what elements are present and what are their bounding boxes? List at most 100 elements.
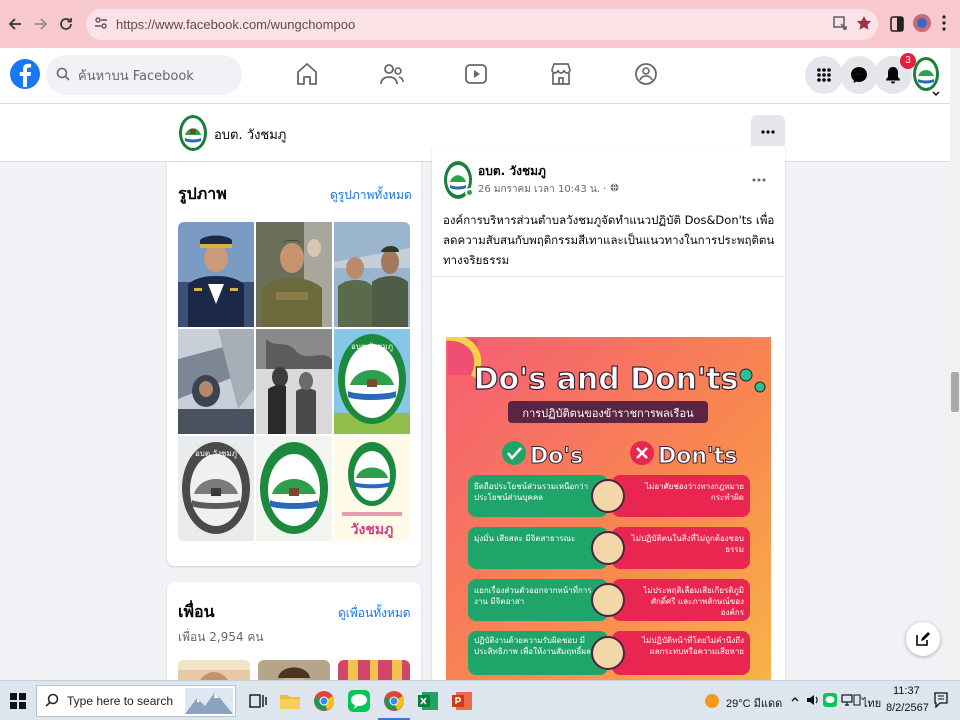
photo-tile[interactable] bbox=[256, 329, 332, 434]
back-icon[interactable] bbox=[2, 11, 28, 37]
profile-avatar-icon[interactable] bbox=[913, 14, 931, 35]
poster-row: มุ่งมั่น เสียสละ มีจิตสาธารณะ ไม่ปฏิบัติ… bbox=[468, 527, 750, 569]
clock-date[interactable]: 8/2/2567 bbox=[886, 702, 929, 714]
photo-grid: อบต.วังชมภู อบต.วังชมภู วังชมภู bbox=[178, 222, 410, 541]
browser-toolbar: https://www.facebook.com/wungchompoo bbox=[0, 0, 960, 48]
photo-tile[interactable] bbox=[178, 222, 254, 327]
chrome-icon[interactable] bbox=[312, 689, 336, 713]
line-tray-icon[interactable] bbox=[823, 693, 837, 710]
home-icon[interactable] bbox=[296, 62, 322, 88]
taskbar-search-placeholder: Type here to search bbox=[67, 694, 174, 708]
photo-tile[interactable] bbox=[256, 222, 332, 327]
photos-card: รูปภาพ ดูรูปภาพทั้งหมด อบต.วังชมภู อบต.ว… bbox=[167, 162, 421, 566]
compose-icon bbox=[916, 632, 930, 646]
excel-icon[interactable] bbox=[416, 689, 440, 713]
file-explorer-icon[interactable] bbox=[278, 689, 302, 713]
menu-grid-button[interactable] bbox=[805, 56, 843, 94]
search-icon bbox=[45, 693, 59, 710]
weather-text[interactable]: 29°C มีแดด bbox=[726, 694, 782, 712]
photo-tile[interactable]: อบต.วังชมภู bbox=[178, 436, 254, 541]
address-bar[interactable]: https://www.facebook.com/wungchompoo bbox=[86, 9, 878, 40]
messenger-button[interactable] bbox=[840, 56, 878, 94]
messenger-icon bbox=[851, 67, 867, 83]
photos-title: รูปภาพ bbox=[178, 184, 227, 203]
page-avatar[interactable] bbox=[178, 114, 208, 152]
clock-time[interactable]: 11:37 bbox=[893, 685, 920, 697]
poster-dont-text: ไม่ปฏิบัติตนในสิ่งที่ไม่ถูกต้องชอบธรรม bbox=[631, 534, 744, 554]
input-indicator-icon[interactable] bbox=[853, 693, 861, 710]
page-more-button[interactable] bbox=[751, 115, 785, 150]
photo-tile[interactable] bbox=[334, 222, 410, 327]
side-panel-icon[interactable] bbox=[890, 16, 904, 35]
post-divider bbox=[432, 276, 785, 277]
photo-tile[interactable] bbox=[178, 329, 254, 434]
ellipsis-icon bbox=[752, 178, 766, 182]
tray-overflow-icon[interactable] bbox=[790, 693, 800, 710]
poster-row: ปฏิบัติงานด้วยความรับผิดชอบ มีประสิทธิภา… bbox=[468, 631, 750, 675]
friends-card: เพื่อน ดูเพื่อนทั้งหมด เพื่อน 2,954 คน bbox=[167, 582, 421, 692]
page-name[interactable]: อบต. วังชมภู bbox=[214, 124, 286, 145]
ellipsis-icon bbox=[761, 130, 775, 134]
poster-donts-label: Don'ts bbox=[658, 444, 737, 469]
post-body-text: องค์การบริหารส่วนตำบลวังชมภูจัดทำแนวปฏิบ… bbox=[443, 213, 775, 267]
photo-tile[interactable]: อบต.วังชมภู bbox=[334, 329, 410, 434]
video-icon[interactable] bbox=[465, 62, 491, 88]
post-options-button[interactable] bbox=[752, 170, 766, 186]
taskbar-search-input[interactable]: Type here to search bbox=[36, 685, 236, 717]
photo-tile[interactable]: วังชมภู bbox=[334, 436, 410, 541]
post-card: อบต. วังชมภู 26 มกราคม เวลา 10:43 น. · อ… bbox=[432, 146, 785, 686]
weather-sun-icon[interactable] bbox=[704, 693, 720, 712]
forward-icon[interactable] bbox=[28, 11, 54, 37]
facebook-logo-icon[interactable] bbox=[10, 54, 40, 94]
poster-dos-label: Do's bbox=[530, 444, 583, 469]
account-chevron-icon[interactable] bbox=[932, 86, 940, 100]
bookmark-star-icon[interactable] bbox=[856, 15, 872, 34]
windows-taskbar: Type here to search 29°C มีแดด ไทย 11:37… bbox=[0, 680, 960, 720]
task-view-icon[interactable] bbox=[246, 689, 270, 713]
windows-start-icon[interactable] bbox=[10, 693, 26, 712]
search-placeholder: ค้นหาบน Facebook bbox=[78, 68, 194, 84]
facebook-header: ค้นหาบน Facebook 3 bbox=[0, 48, 950, 104]
search-icon bbox=[56, 67, 70, 84]
line-app-icon[interactable] bbox=[347, 689, 371, 713]
grid-icon bbox=[817, 68, 831, 82]
friends-count: เพื่อน 2,954 คน bbox=[178, 630, 264, 644]
new-message-button[interactable] bbox=[906, 622, 940, 656]
facebook-search-input[interactable]: ค้นหาบน Facebook bbox=[46, 55, 242, 95]
volume-icon[interactable] bbox=[806, 693, 820, 710]
scrollbar-thumb[interactable] bbox=[951, 372, 959, 412]
post-meta-text: 26 มกราคม เวลา 10:43 น. · bbox=[478, 184, 607, 195]
post-image[interactable]: Do's and Don'ts การปฏิบัติตนของข้าราชการ… bbox=[446, 337, 771, 686]
network-icon[interactable] bbox=[840, 693, 854, 710]
notifications-button[interactable]: 3 bbox=[874, 53, 916, 94]
poster-subtitle: การปฏิบัติตนของข้าราชการพลเรือน bbox=[522, 407, 694, 420]
see-all-friends-link[interactable]: ดูเพื่อนทั้งหมด bbox=[338, 604, 411, 623]
post-author-name[interactable]: อบต. วังชมภู bbox=[478, 162, 546, 181]
poster-do-text: มุ่งมั่น เสียสละ มีจิตสาธารณะ bbox=[474, 534, 576, 543]
poster-do-text: ยึดถือประโยชน์ส่วนรวมเหนือกว่าประโยชน์ส่… bbox=[474, 482, 589, 502]
chrome-icon-active[interactable] bbox=[382, 689, 406, 713]
poster-title: Do's and Don'ts bbox=[474, 362, 739, 397]
browser-menu-icon[interactable] bbox=[942, 14, 946, 35]
poster-dont-text: ไม่ประพฤติเลื่อมเสียเกียรติภูมิศักดิ์ศรี… bbox=[643, 586, 744, 617]
language-indicator[interactable]: ไทย bbox=[862, 694, 881, 712]
address-url[interactable]: https://www.facebook.com/wungchompoo bbox=[116, 17, 355, 32]
post-timestamp[interactable]: 26 มกราคม เวลา 10:43 น. · bbox=[478, 182, 619, 197]
marketplace-icon[interactable] bbox=[550, 62, 576, 88]
install-app-icon[interactable] bbox=[832, 15, 848, 34]
poster-do-text: แยกเรื่องส่วนตัวออกจากหน้าที่การงาน มีจิ… bbox=[474, 586, 592, 606]
friends-icon[interactable] bbox=[380, 62, 406, 88]
action-center-icon[interactable] bbox=[934, 692, 948, 711]
groups-icon[interactable] bbox=[634, 62, 660, 88]
site-info-icon[interactable] bbox=[94, 16, 108, 33]
reload-icon[interactable] bbox=[53, 11, 79, 37]
photo-tile[interactable] bbox=[256, 436, 332, 541]
online-status-dot bbox=[465, 188, 474, 197]
poster-do-text: ปฏิบัติงานด้วยความรับผิดชอบ มีประสิทธิภา… bbox=[474, 636, 591, 656]
photo-tile-caption: วังชมภู bbox=[351, 522, 394, 538]
mountains-widget-icon bbox=[185, 688, 233, 717]
powerpoint-icon[interactable] bbox=[450, 689, 474, 713]
poster-dont-text: ไม่ปฏิบัติหน้าที่โดยไม่คำนึงถึงผลกระทบหร… bbox=[642, 636, 744, 656]
page-scrollbar[interactable] bbox=[950, 104, 960, 680]
see-all-photos-link[interactable]: ดูรูปภาพทั้งหมด bbox=[330, 186, 412, 205]
